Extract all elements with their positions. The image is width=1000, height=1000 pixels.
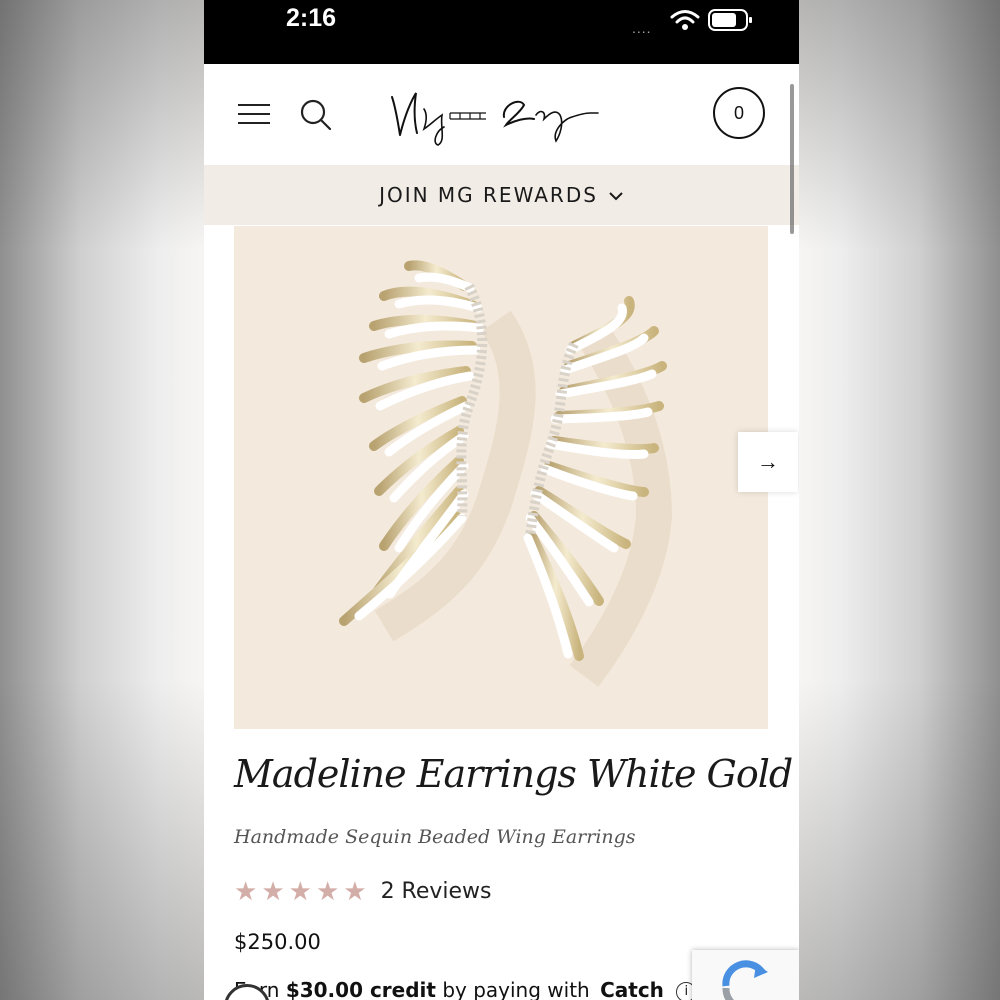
star-icon: ★ xyxy=(234,876,258,906)
credit-mid: by paying with xyxy=(442,978,590,1000)
credit-amount: $30.00 credit xyxy=(285,978,436,1000)
menu-icon[interactable] xyxy=(238,100,272,128)
battery-icon xyxy=(708,8,754,37)
signal-indicator: .... xyxy=(632,20,652,36)
recaptcha-badge[interactable] xyxy=(692,950,799,1000)
next-image-button[interactable]: → xyxy=(738,432,798,492)
catch-logo: Catch xyxy=(600,978,664,1000)
site-header: 0 xyxy=(204,64,799,165)
status-bar: 2:16 .... xyxy=(204,0,799,64)
star-icon: ★ xyxy=(315,876,340,906)
search-icon[interactable] xyxy=(299,98,333,137)
wifi-icon xyxy=(670,8,700,37)
scrollbar[interactable] xyxy=(790,84,794,234)
cart-count: 0 xyxy=(733,102,744,123)
rewards-label: JOIN MG REWARDS xyxy=(379,183,598,207)
arrow-right-icon: → xyxy=(757,449,779,474)
chevron-down-icon xyxy=(608,183,624,207)
rewards-bar[interactable]: JOIN MG REWARDS xyxy=(204,165,799,225)
cart-button[interactable]: 0 xyxy=(713,87,765,139)
reviews-link[interactable]: 2 Reviews xyxy=(381,879,492,904)
product-title: Madeline Earrings White Gold xyxy=(234,752,793,796)
rating-row: ★ ★ ★ ★ ★ 2 Reviews xyxy=(234,876,492,907)
star-icon: ★ xyxy=(343,876,367,906)
phone-screen: 2:16 .... 0 JOIN MG REWARDS → Madeline E… xyxy=(204,0,799,1000)
product-price: $250.00 xyxy=(234,930,321,954)
brand-logo[interactable] xyxy=(384,84,624,146)
star-icon: ★ xyxy=(288,876,312,906)
catch-credit-line: Earn $30.00 credit by paying with Catch … xyxy=(234,978,697,1000)
product-image[interactable] xyxy=(234,226,768,729)
product-subtitle: Handmade Sequin Beaded Wing Earrings xyxy=(234,826,636,848)
status-time: 2:16 xyxy=(286,4,337,32)
star-icon: ★ xyxy=(261,876,285,906)
